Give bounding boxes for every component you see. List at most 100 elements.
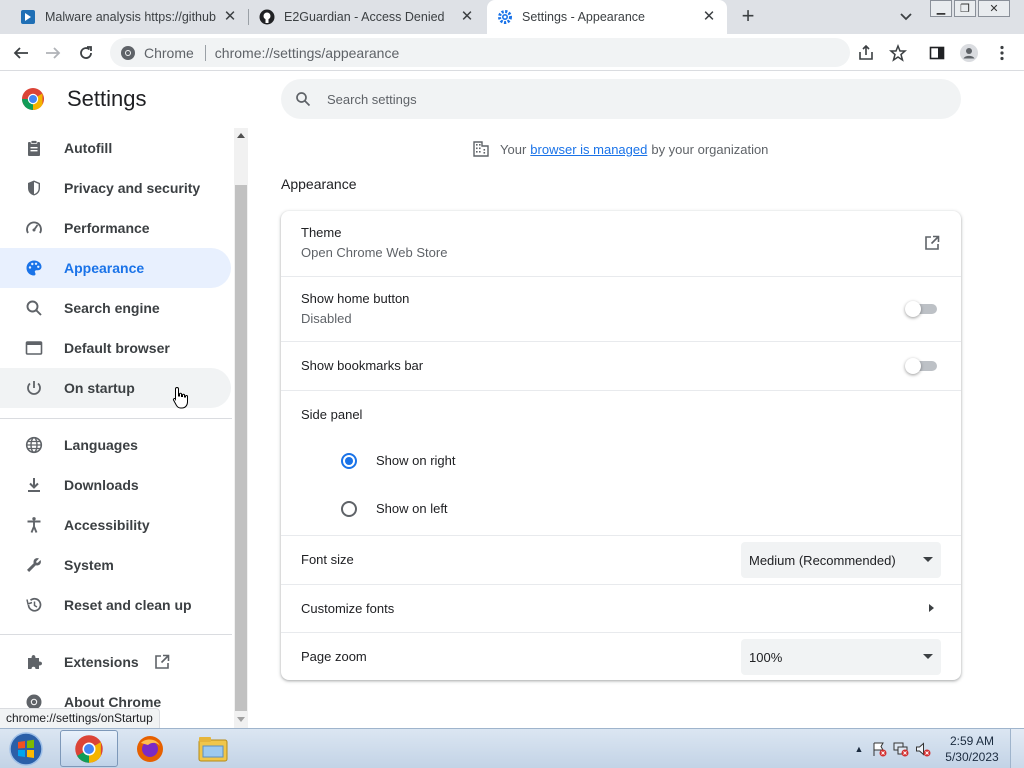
theme-row[interactable]: Theme Open Chrome Web Store bbox=[281, 211, 961, 276]
url-text[interactable]: chrome://settings/appearance bbox=[215, 45, 399, 61]
hand-cursor-icon bbox=[172, 386, 190, 415]
tab-malware-analysis[interactable]: Malware analysis https://github.c ✕ bbox=[10, 0, 248, 34]
history-icon bbox=[24, 595, 44, 615]
volume-icon[interactable] bbox=[912, 729, 934, 768]
taskbar-chrome[interactable] bbox=[60, 730, 118, 767]
browser-icon bbox=[24, 338, 44, 358]
sidebar-item-system[interactable]: System bbox=[0, 545, 231, 585]
sidebar-scrollbar[interactable] bbox=[234, 128, 248, 728]
browser-toolbar: Chrome chrome://settings/appearance bbox=[0, 34, 1024, 71]
font-size-select[interactable]: Medium (Recommended) bbox=[741, 542, 941, 578]
puzzle-icon bbox=[24, 652, 44, 672]
more-menu-icon[interactable] bbox=[990, 41, 1014, 65]
side-panel-left-option[interactable]: Show on left bbox=[281, 486, 961, 534]
sidebar-item-label: On startup bbox=[64, 380, 135, 396]
site-info[interactable]: Chrome bbox=[110, 45, 194, 61]
close-icon[interactable]: ✕ bbox=[701, 9, 717, 25]
scroll-down-arrow[interactable] bbox=[237, 717, 245, 722]
forward-button[interactable] bbox=[41, 41, 65, 65]
managed-prefix: Your bbox=[500, 141, 527, 157]
radio-show-on-left[interactable] bbox=[341, 501, 357, 517]
wrench-icon bbox=[24, 555, 44, 575]
tray-expand-icon[interactable]: ▲ bbox=[850, 729, 868, 768]
show-desktop-button[interactable] bbox=[1010, 729, 1024, 768]
customize-fonts-label: Customize fonts bbox=[301, 601, 395, 616]
start-button[interactable] bbox=[4, 731, 48, 767]
browser-managed-link[interactable]: browser is managed bbox=[530, 142, 647, 157]
chevron-right-icon bbox=[929, 604, 934, 612]
sidebar-item-label: Reset and clean up bbox=[64, 597, 192, 613]
sidebar-item-extensions[interactable]: Extensions bbox=[0, 642, 231, 682]
taskbar-clock[interactable]: 2:59 AM 5/30/2023 bbox=[934, 733, 1010, 765]
sidebar-item-label: Search engine bbox=[64, 300, 160, 316]
sidebar-item-on-startup[interactable]: On startup bbox=[0, 368, 231, 408]
scrollbar-thumb[interactable] bbox=[235, 185, 247, 711]
home-button-toggle[interactable] bbox=[905, 301, 939, 317]
chrome-logo-icon bbox=[21, 87, 45, 111]
chrome-icon bbox=[120, 45, 136, 61]
chevron-down-icon[interactable] bbox=[896, 7, 916, 27]
network-icon[interactable] bbox=[890, 729, 912, 768]
bookmarks-bar-label: Show bookmarks bar bbox=[301, 358, 424, 373]
profile-avatar-icon[interactable] bbox=[957, 41, 981, 65]
home-button-row: Show home button Disabled bbox=[281, 276, 961, 341]
shield-doc-icon bbox=[20, 9, 36, 25]
action-center-flag-icon[interactable] bbox=[868, 729, 890, 768]
sidebar-item-reset[interactable]: Reset and clean up bbox=[0, 585, 231, 625]
tab-e2guardian[interactable]: E2Guardian - Access Denied ✕ bbox=[249, 0, 485, 34]
shield-icon bbox=[24, 178, 44, 198]
tab-title: E2Guardian - Access Denied bbox=[284, 10, 445, 24]
power-icon bbox=[24, 378, 44, 398]
tab-settings-appearance[interactable]: Settings - Appearance ✕ bbox=[487, 0, 727, 34]
back-button[interactable] bbox=[9, 41, 33, 65]
taskbar-file-explorer[interactable] bbox=[184, 730, 242, 767]
theme-label: Theme bbox=[301, 225, 342, 240]
settings-sidebar: Autofill Privacy and security Performanc… bbox=[0, 128, 234, 728]
sidebar-item-appearance[interactable]: Appearance bbox=[0, 248, 231, 288]
tab-strip: Malware analysis https://github.c ✕ E2Gu… bbox=[0, 0, 1024, 34]
close-icon[interactable]: ✕ bbox=[459, 9, 475, 25]
window-close-button[interactable]: ✕ bbox=[978, 0, 1010, 17]
globe-icon bbox=[24, 435, 44, 455]
address-bar[interactable]: Chrome chrome://settings/appearance bbox=[110, 38, 850, 67]
customize-fonts-row[interactable]: Customize fonts bbox=[281, 584, 961, 632]
bookmark-star-icon[interactable] bbox=[886, 41, 910, 65]
managed-notice: Your browser is managed by your organiza… bbox=[472, 140, 768, 158]
bookmarks-bar-toggle[interactable] bbox=[905, 358, 939, 374]
clock-date: 5/30/2023 bbox=[945, 750, 999, 764]
sidebar-item-performance[interactable]: Performance bbox=[0, 208, 231, 248]
site-label: Chrome bbox=[144, 44, 194, 61]
side-panel-row: Side panel Show on right Show on left bbox=[281, 390, 961, 535]
scroll-up-arrow[interactable] bbox=[237, 133, 245, 138]
settings-search-input[interactable]: Search settings bbox=[281, 79, 961, 119]
side-panel-label: Side panel bbox=[301, 407, 363, 422]
sidebar-item-autofill[interactable]: Autofill bbox=[0, 128, 231, 168]
restore-button[interactable]: ❐ bbox=[954, 0, 976, 17]
sidebar-item-accessibility[interactable]: Accessibility bbox=[0, 505, 231, 545]
building-icon bbox=[472, 140, 490, 158]
sidebar-item-languages[interactable]: Languages bbox=[0, 425, 231, 465]
system-tray: ▲ 2:59 AM 5/30/2023 bbox=[850, 729, 1024, 768]
page-zoom-select[interactable]: 100% bbox=[741, 639, 941, 675]
new-tab-button[interactable]: + bbox=[736, 5, 760, 29]
appearance-card: Theme Open Chrome Web Store Show home bu… bbox=[281, 211, 961, 680]
home-button-label: Show home button bbox=[301, 291, 410, 306]
taskbar-firefox[interactable] bbox=[121, 730, 179, 767]
sidebar-item-privacy[interactable]: Privacy and security bbox=[0, 168, 231, 208]
sidebar-item-downloads[interactable]: Downloads bbox=[0, 465, 231, 505]
speedometer-icon bbox=[24, 218, 44, 238]
share-icon[interactable] bbox=[854, 41, 878, 65]
close-icon[interactable]: ✕ bbox=[222, 9, 238, 25]
reload-button[interactable] bbox=[74, 41, 98, 65]
sidebar-item-search-engine[interactable]: Search engine bbox=[0, 288, 231, 328]
radio-show-on-right[interactable] bbox=[341, 453, 357, 469]
caret-down-icon bbox=[923, 654, 933, 659]
gear-icon bbox=[497, 9, 513, 25]
sidebar-item-default-browser[interactable]: Default browser bbox=[0, 328, 231, 368]
side-panel-right-option[interactable]: Show on right bbox=[281, 438, 961, 486]
side-panel-icon[interactable] bbox=[925, 41, 949, 65]
section-title: Appearance bbox=[281, 176, 357, 192]
external-link-icon[interactable] bbox=[923, 234, 941, 252]
status-bubble: chrome://settings/onStartup bbox=[0, 708, 160, 728]
minimize-button[interactable]: ▁ bbox=[930, 0, 952, 17]
